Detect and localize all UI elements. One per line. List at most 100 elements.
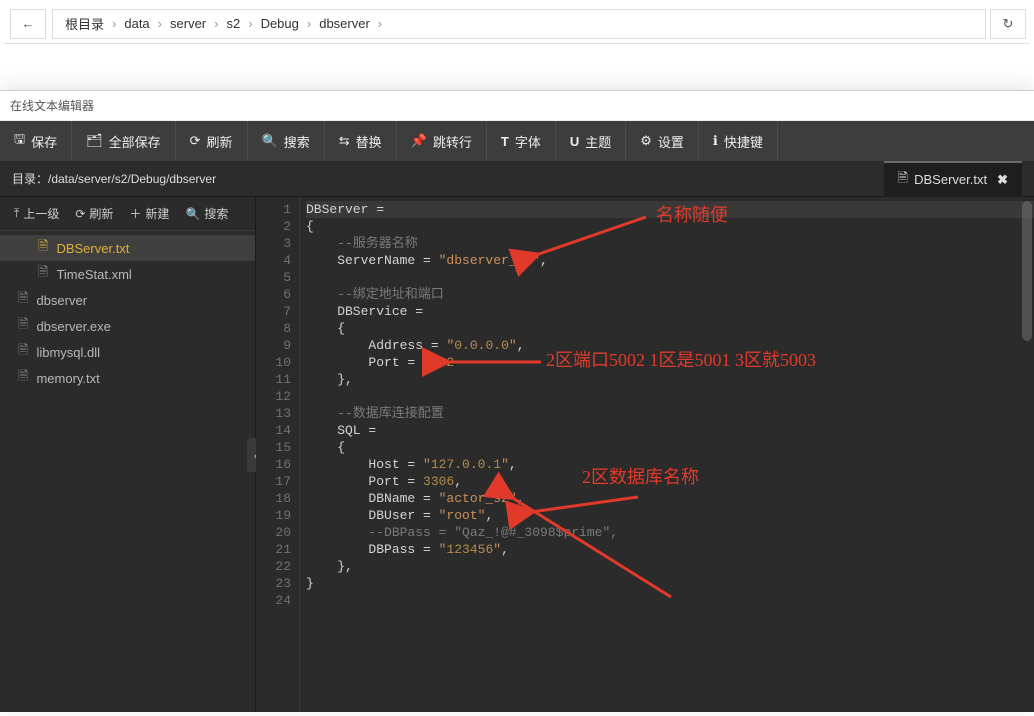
line-number: 19 xyxy=(260,507,291,524)
breadcrumb-seg[interactable]: data xyxy=(120,16,153,31)
search-button[interactable]: 🔍搜索 xyxy=(248,121,325,161)
code-line[interactable] xyxy=(306,269,1034,286)
file-item[interactable]: 🗎TimeStat.xml xyxy=(0,261,255,287)
chevron-right-icon: › xyxy=(244,16,256,31)
line-number: 17 xyxy=(260,473,291,490)
code-line[interactable]: }, xyxy=(306,558,1034,575)
pin-icon: 📌 xyxy=(411,133,427,149)
code-line[interactable]: Port = 3306, xyxy=(306,473,1034,490)
file-label: DBServer.txt xyxy=(56,241,129,256)
code-line[interactable]: } xyxy=(306,575,1034,592)
file-icon: 🗎 xyxy=(18,289,28,311)
theme-button[interactable]: U主题 xyxy=(556,121,626,161)
vertical-scrollbar[interactable] xyxy=(1022,201,1032,708)
line-number: 4 xyxy=(260,252,291,269)
breadcrumb-seg[interactable]: s2 xyxy=(222,16,244,31)
file-label: libmysql.dll xyxy=(36,345,100,360)
code-line[interactable]: DBServer = xyxy=(306,201,1034,218)
file-item[interactable]: 🗎 dbserver xyxy=(0,287,255,313)
line-number: 20 xyxy=(260,524,291,541)
line-number: 10 xyxy=(260,354,291,371)
close-icon[interactable]: ✖ xyxy=(997,172,1008,188)
code-line[interactable]: Address = "0.0.0.0", xyxy=(306,337,1034,354)
font-icon: T xyxy=(501,134,509,149)
line-gutter: 123456789101112131415161718192021222324 xyxy=(256,197,300,712)
tab-label: DBServer.txt xyxy=(914,172,987,187)
code-line[interactable] xyxy=(306,388,1034,405)
file-icon: 🗎 xyxy=(18,341,28,363)
code-line[interactable]: DBPass = "123456", xyxy=(306,541,1034,558)
tab-dbserver[interactable]: 🗎 DBServer.txt ✖ xyxy=(884,161,1022,197)
editor-window: 在线文本编辑器 🖫保存 🗂全部保存 ⟳刷新 🔍搜索 ⇆替换 📌跳转行 T字体 U… xyxy=(0,90,1034,712)
code-line[interactable]: DBUser = "root", xyxy=(306,507,1034,524)
file-icon: 🗎 xyxy=(38,237,48,259)
theme-icon: U xyxy=(570,134,579,149)
file-label: dbserver.exe xyxy=(36,319,110,334)
line-number: 8 xyxy=(260,320,291,337)
breadcrumb-seg[interactable]: 根目录 xyxy=(61,14,108,33)
code-text[interactable]: DBServer ={ --服务器名称 ServerName = "dbserv… xyxy=(300,197,1034,712)
breadcrumb-seg[interactable]: Debug xyxy=(257,16,303,31)
save-icon: 🖫 xyxy=(14,130,25,152)
code-line[interactable]: DBService = xyxy=(306,303,1034,320)
nav-back-button[interactable]: ← xyxy=(10,9,46,39)
search-icon: 🔍 xyxy=(262,133,278,149)
file-item[interactable]: 🗎 DBServer.txt xyxy=(0,235,255,261)
shortcut-button[interactable]: ℹ快捷键 xyxy=(699,121,778,161)
refresh-button[interactable]: ⟳刷新 xyxy=(176,121,248,161)
up-button[interactable]: ⤒上一级 xyxy=(6,205,67,222)
refresh-button[interactable]: ⟳刷新 xyxy=(67,205,121,222)
search-icon: 🔍 xyxy=(185,207,200,221)
line-number: 18 xyxy=(260,490,291,507)
up-icon: ⤒ xyxy=(14,206,19,221)
replace-icon: ⇆ xyxy=(339,133,350,149)
breadcrumb-seg[interactable]: dbserver xyxy=(315,16,374,31)
breadcrumb-seg[interactable]: server xyxy=(166,16,210,31)
code-line[interactable]: Port = 5002 xyxy=(306,354,1034,371)
code-line[interactable] xyxy=(306,592,1034,609)
file-icon: 🗎 xyxy=(18,315,28,337)
chevron-right-icon: › xyxy=(303,16,315,31)
line-number: 11 xyxy=(260,371,291,388)
file-label: dbserver xyxy=(36,293,87,308)
line-number: 6 xyxy=(260,286,291,303)
line-number: 5 xyxy=(260,269,291,286)
breadcrumb-bar: ← 根目录› data› server› s2› Debug› dbserver… xyxy=(4,4,1030,44)
file-item[interactable]: 🗎 libmysql.dll xyxy=(0,339,255,365)
code-line[interactable]: --绑定地址和端口 xyxy=(306,286,1034,303)
font-button[interactable]: T字体 xyxy=(487,121,556,161)
code-line[interactable]: --数据库连接配置 xyxy=(306,405,1034,422)
replace-button[interactable]: ⇆替换 xyxy=(325,121,397,161)
code-line[interactable]: { xyxy=(306,439,1034,456)
save-all-button[interactable]: 🗂全部保存 xyxy=(72,121,176,161)
code-line[interactable]: --服务器名称 xyxy=(306,235,1034,252)
path-line: 目录：/data/server/s2/Debug/dbserver 🗎 DBSe… xyxy=(0,161,1034,197)
new-button[interactable]: ＋新建 xyxy=(121,205,177,222)
code-editor[interactable]: 123456789101112131415161718192021222324 … xyxy=(256,197,1034,712)
file-item[interactable]: 🗎 dbserver.exe xyxy=(0,313,255,339)
goto-button[interactable]: 📌跳转行 xyxy=(397,121,487,161)
code-line[interactable]: SQL = xyxy=(306,422,1034,439)
plus-icon: ＋ xyxy=(129,205,141,222)
line-number: 23 xyxy=(260,575,291,592)
file-label: memory.txt xyxy=(36,371,99,386)
line-number: 2 xyxy=(260,218,291,235)
settings-button[interactable]: ⚙设置 xyxy=(626,121,699,161)
code-line[interactable]: DBName = "actor_s2", xyxy=(306,490,1034,507)
save-button[interactable]: 🖫保存 xyxy=(0,121,72,161)
file-item[interactable]: 🗎memory.txt xyxy=(0,365,255,391)
chevron-right-icon: › xyxy=(108,16,120,31)
breadcrumb-path[interactable]: 根目录› data› server› s2› Debug› dbserver› xyxy=(52,9,986,39)
code-line[interactable]: ServerName = "dbserver_s2", xyxy=(306,252,1034,269)
search-button[interactable]: 🔍搜索 xyxy=(177,205,236,222)
file-sidebar: ⤒上一级 ⟳刷新 ＋新建 🔍搜索 🗎DBServer.txt🗎TimeStat.… xyxy=(0,197,256,712)
code-line[interactable]: { xyxy=(306,320,1034,337)
line-number: 16 xyxy=(260,456,291,473)
code-line[interactable]: --DBPass = "Qaz_!@#_3098$prime", xyxy=(306,524,1034,541)
refresh-button[interactable]: ↻ xyxy=(990,9,1026,39)
code-line[interactable]: }, xyxy=(306,371,1034,388)
scroll-thumb[interactable] xyxy=(1022,201,1032,341)
file-label: TimeStat.xml xyxy=(56,267,131,282)
code-line[interactable]: { xyxy=(306,218,1034,235)
code-line[interactable]: Host = "127.0.0.1", xyxy=(306,456,1034,473)
